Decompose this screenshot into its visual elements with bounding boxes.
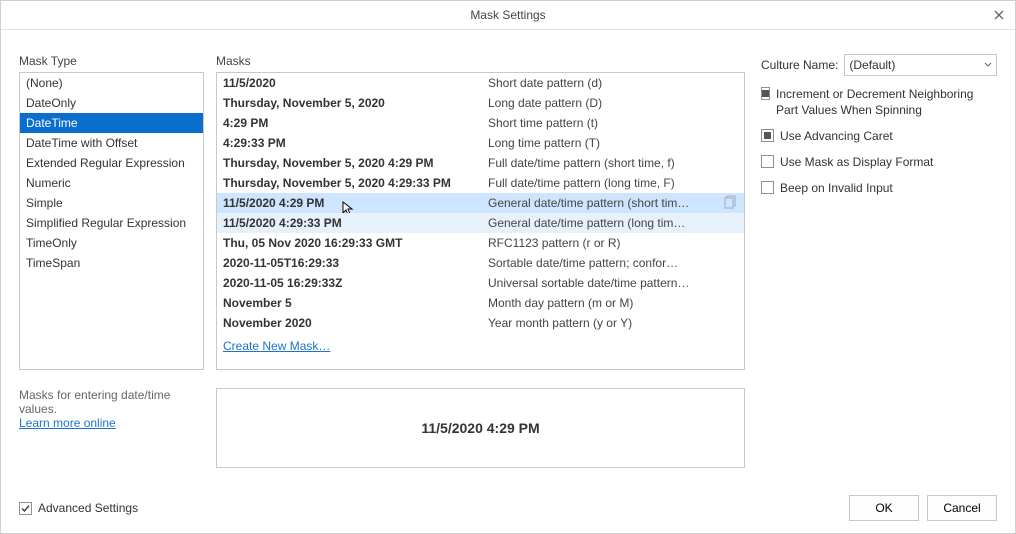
learn-more-link[interactable]: Learn more online (19, 416, 116, 430)
dialog-title: Mask Settings (1, 8, 1015, 22)
copy-icon (724, 195, 738, 209)
checkbox-box (761, 181, 774, 194)
cancel-button[interactable]: Cancel (927, 495, 997, 521)
ok-button[interactable]: OK (849, 495, 919, 521)
mask-row[interactable]: 2020-11-05T16:29:33Sortable date/time pa… (217, 253, 744, 273)
mask-description: Sortable date/time pattern; confor… (488, 256, 738, 270)
mask-example: 11/5/2020 (223, 76, 488, 90)
culture-value: (Default) (849, 58, 895, 72)
mask-description: Year month pattern (y or Y) (488, 316, 738, 330)
mask-example: 4:29:33 PM (223, 136, 488, 150)
mask-description: Long time pattern (T) (488, 136, 738, 150)
mask-type-item[interactable]: DateTime (20, 113, 203, 133)
mask-row[interactable]: November 5Month day pattern (m or M) (217, 293, 744, 313)
option-label: Beep on Invalid Input (780, 180, 893, 196)
checkbox-box (761, 87, 770, 100)
mask-description: Short date pattern (d) (488, 76, 738, 90)
advanced-settings-checkbox[interactable]: Advanced Settings (19, 501, 138, 515)
mask-type-item[interactable]: Extended Regular Expression (20, 153, 203, 173)
mask-example: Thursday, November 5, 2020 4:29 PM (223, 156, 488, 170)
mask-row[interactable]: 4:29:33 PMLong time pattern (T) (217, 133, 744, 153)
preview-value: 11/5/2020 4:29 PM (421, 420, 539, 436)
create-new-mask-link[interactable]: Create New Mask… (223, 339, 330, 353)
option-label: Increment or Decrement Neighboring Part … (776, 86, 997, 118)
create-new-mask-row: Create New Mask… (217, 333, 744, 353)
mask-type-item[interactable]: DateOnly (20, 93, 203, 113)
mask-row[interactable]: 11/5/2020 4:29:33 PMGeneral date/time pa… (217, 213, 744, 233)
mask-description: Long date pattern (D) (488, 96, 738, 110)
dialog-body: Mask Type (None)DateOnlyDateTimeDateTime… (1, 30, 1015, 483)
option-checkbox[interactable]: Beep on Invalid Input (761, 180, 997, 196)
option-checkbox[interactable]: Increment or Decrement Neighboring Part … (761, 86, 997, 118)
mask-type-item[interactable]: DateTime with Offset (20, 133, 203, 153)
masks-label: Masks (216, 54, 745, 68)
mask-row[interactable]: 11/5/2020 4:29 PMGeneral date/time patte… (217, 193, 744, 213)
mask-row[interactable]: 2020-11-05 16:29:33ZUniversal sortable d… (217, 273, 744, 293)
mask-example: Thursday, November 5, 2020 4:29:33 PM (223, 176, 488, 190)
option-label: Use Mask as Display Format (780, 154, 933, 170)
mask-description: Universal sortable date/time pattern… (488, 276, 738, 290)
mask-description: RFC1123 pattern (r or R) (488, 236, 738, 250)
options-column: Culture Name: (Default) Increment or Dec… (757, 54, 997, 483)
mask-settings-dialog: Mask Settings Mask Type (None)DateOnlyDa… (0, 0, 1016, 534)
mask-row[interactable]: Thu, 05 Nov 2020 16:29:33 GMTRFC1123 pat… (217, 233, 744, 253)
mask-example: Thu, 05 Nov 2020 16:29:33 GMT (223, 236, 488, 250)
mask-description: Short time pattern (t) (488, 116, 738, 130)
mask-type-info-text: Masks for entering date/time values. (19, 388, 170, 416)
culture-label: Culture Name: (761, 58, 838, 72)
mask-row[interactable]: Thursday, November 5, 2020 4:29:33 PMFul… (217, 173, 744, 193)
preview-box: 11/5/2020 4:29 PM (216, 388, 745, 468)
mask-type-list[interactable]: (None)DateOnlyDateTimeDateTime with Offs… (19, 72, 204, 370)
options-list: Increment or Decrement Neighboring Part … (761, 86, 997, 206)
mask-row[interactable]: 11/5/2020Short date pattern (d) (217, 73, 744, 93)
mask-example: 2020-11-05T16:29:33 (223, 256, 488, 270)
mask-description: Full date/time pattern (short time, f) (488, 156, 738, 170)
masks-list[interactable]: 11/5/2020Short date pattern (d)Thursday,… (216, 72, 745, 370)
mask-example: November 5 (223, 296, 488, 310)
titlebar: Mask Settings (1, 1, 1015, 30)
mask-type-info: Masks for entering date/time values. Lea… (19, 388, 204, 430)
mask-description: General date/time pattern (long tim… (488, 216, 738, 230)
mask-type-item[interactable]: TimeOnly (20, 233, 203, 253)
chevron-down-icon (984, 61, 992, 69)
option-checkbox[interactable]: Use Advancing Caret (761, 128, 997, 144)
mask-row[interactable]: Thursday, November 5, 2020Long date patt… (217, 93, 744, 113)
mask-description: Full date/time pattern (long time, F) (488, 176, 738, 190)
mask-type-label: Mask Type (19, 54, 204, 68)
option-label: Use Advancing Caret (780, 128, 893, 144)
culture-combo[interactable]: (Default) (844, 54, 997, 76)
culture-row: Culture Name: (Default) (761, 54, 997, 76)
close-button[interactable] (989, 5, 1009, 25)
mask-example: 11/5/2020 4:29:33 PM (223, 216, 488, 230)
checkbox-box (761, 129, 774, 142)
mask-type-item[interactable]: Simplified Regular Expression (20, 213, 203, 233)
mask-example: Thursday, November 5, 2020 (223, 96, 488, 110)
mask-row[interactable]: 4:29 PMShort time pattern (t) (217, 113, 744, 133)
dialog-footer: Advanced Settings OK Cancel (1, 483, 1015, 533)
mask-description: General date/time pattern (short tim… (488, 196, 738, 210)
mask-example: 2020-11-05 16:29:33Z (223, 276, 488, 290)
option-checkbox[interactable]: Use Mask as Display Format (761, 154, 997, 170)
mask-type-item[interactable]: Simple (20, 193, 203, 213)
close-icon (994, 10, 1004, 20)
mask-type-item[interactable]: Numeric (20, 173, 203, 193)
checkbox-box (761, 155, 774, 168)
check-icon (20, 503, 31, 514)
checkbox-box (19, 502, 32, 515)
mask-row[interactable]: Thursday, November 5, 2020 4:29 PMFull d… (217, 153, 744, 173)
mask-example: November 2020 (223, 316, 488, 330)
mask-row[interactable]: November 2020Year month pattern (y or Y) (217, 313, 744, 333)
mask-type-column: Mask Type (None)DateOnlyDateTimeDateTime… (19, 54, 204, 483)
mask-description: Month day pattern (m or M) (488, 296, 738, 310)
mask-example: 11/5/2020 4:29 PM (223, 196, 488, 210)
advanced-settings-label: Advanced Settings (38, 501, 138, 515)
masks-column: Masks 11/5/2020Short date pattern (d)Thu… (216, 54, 745, 483)
mask-example: 4:29 PM (223, 116, 488, 130)
mask-type-item[interactable]: (None) (20, 73, 203, 93)
mask-type-item[interactable]: TimeSpan (20, 253, 203, 273)
